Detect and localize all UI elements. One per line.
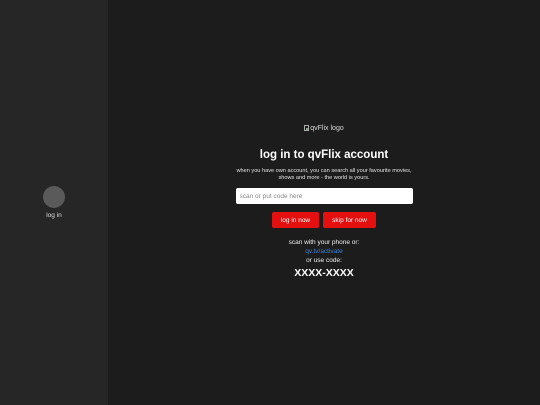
activation-code: XXXX-XXXX xyxy=(294,267,354,279)
code-label: or use code: xyxy=(306,257,342,264)
qvflix-logo: qvFlix logo xyxy=(304,123,344,133)
login-now-button[interactable]: log in now xyxy=(272,212,319,228)
sidebar-login-label: log in xyxy=(46,212,62,219)
app-window: log in qvFlix logo log in to qvFlix acco… xyxy=(0,0,540,405)
activate-link[interactable]: qv.tv/activate xyxy=(305,248,342,256)
scan-instruction: scan with your phone or: xyxy=(288,239,360,246)
code-input[interactable] xyxy=(235,188,413,204)
broken-image-icon xyxy=(304,125,310,131)
page-title: log in to qvFlix account xyxy=(259,149,389,161)
action-buttons: log in now skip for now xyxy=(272,212,376,228)
login-panel: qvFlix logo log in to qvFlix account whe… xyxy=(108,123,540,279)
skip-for-now-button[interactable]: skip for now xyxy=(323,212,376,228)
logo-alt-text: qvFlix logo xyxy=(310,124,344,132)
page-subtitle: when you have own account, you can searc… xyxy=(236,168,412,181)
sidebar-login-item[interactable]: log in xyxy=(0,186,108,219)
sidebar: log in xyxy=(0,0,108,405)
avatar[interactable] xyxy=(43,186,65,208)
main-panel: qvFlix logo log in to qvFlix account whe… xyxy=(108,0,540,405)
